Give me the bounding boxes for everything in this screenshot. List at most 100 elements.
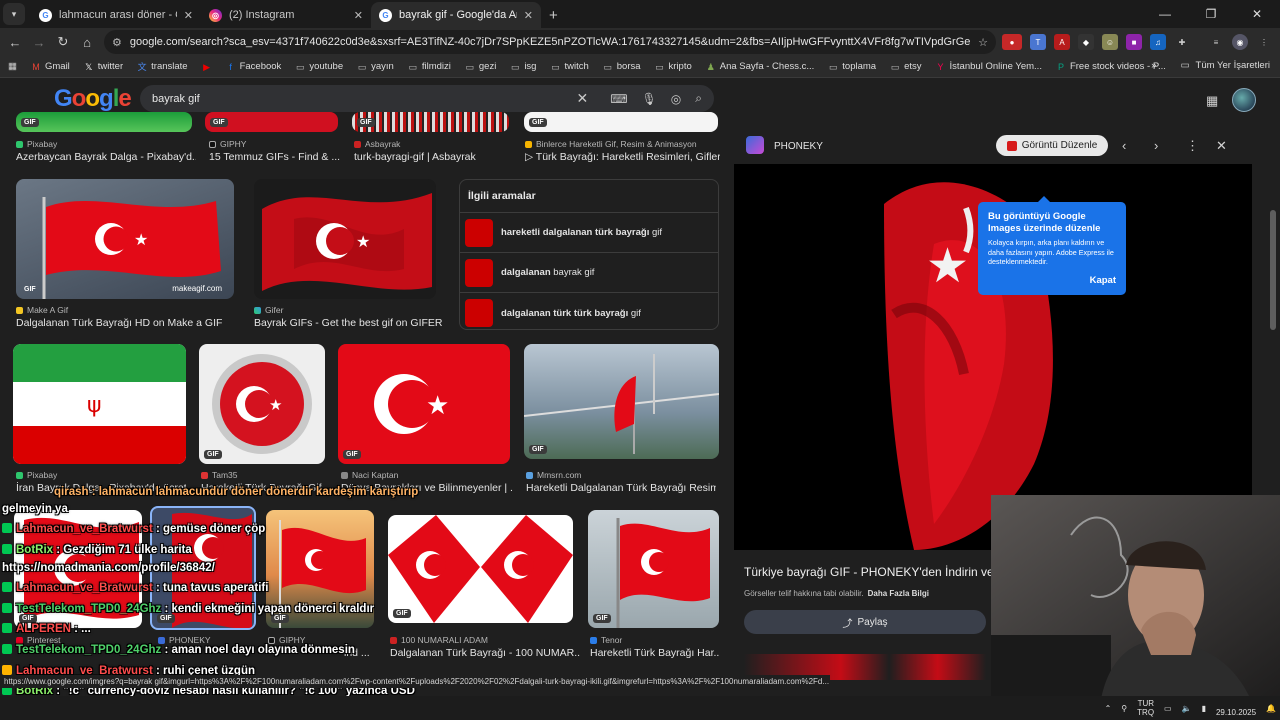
result-image[interactable]: ★ GIF — [199, 344, 325, 464]
bookmark-pexels[interactable]: P Free stock videos - P... — [1056, 61, 1166, 72]
extension-badge-icon[interactable]: ● — [1002, 34, 1022, 50]
address-bar[interactable]: ⚙ google.com/search?sca_esv=4371f740622c… — [104, 30, 996, 54]
google-account-avatar[interactable] — [1232, 88, 1256, 112]
purple-extension-icon[interactable]: ■ — [1126, 34, 1142, 50]
result-caption[interactable]: Azerbaycan Bayrak Dalga - Pixabay'd... — [16, 151, 196, 163]
result-image[interactable]: GIF — [16, 112, 192, 132]
reload-icon[interactable]: ↻ — [51, 34, 75, 50]
preview-image[interactable]: ★ Bu görüntüyü Google Images üzerinde dü… — [734, 164, 1252, 550]
bookmark-folder-borsa[interactable]: ▭ borsa — [603, 61, 641, 72]
bookmark-star-icon[interactable]: ☆ — [978, 36, 988, 49]
close-window-icon[interactable]: ✕ — [1234, 0, 1280, 28]
result-image[interactable]: GIF — [588, 510, 719, 628]
network-icon[interactable]: ▭ — [1164, 704, 1172, 713]
result-caption[interactable]: ▷ Türk Bayrağı: Hareketli Resimleri, Gif… — [525, 151, 720, 163]
extensions-puzzle-icon[interactable]: ✚ — [1174, 34, 1190, 50]
tab-2[interactable]: G bayrak gif - Google'da Ara ✕ — [371, 2, 541, 28]
site-info-icon[interactable]: ⚙ — [112, 36, 122, 49]
maximize-icon[interactable]: ❐ — [1188, 0, 1234, 28]
result-image[interactable]: ★ — [254, 179, 436, 299]
result-caption[interactable]: ind ... — [344, 647, 384, 659]
result-caption[interactable]: İran Bayrak Dalga - Pixabay'de ücret... — [16, 482, 186, 494]
google-logo[interactable]: Google — [54, 85, 132, 113]
bookmark-folder-yayin[interactable]: ▭ yayın — [357, 61, 394, 72]
lens-icon[interactable]: ◎ — [671, 92, 681, 106]
close-tab-icon[interactable]: ✕ — [354, 9, 363, 22]
bookmark-chess[interactable]: ♟ Ana Sayfa - Chess.c... — [706, 61, 815, 72]
close-tab-icon[interactable]: ✕ — [524, 9, 533, 22]
tab-1[interactable]: ◎ (2) Instagram ✕ — [201, 2, 371, 28]
more-options-icon[interactable]: ⋮ — [1186, 138, 1199, 154]
volume-icon[interactable]: 🔈 — [1182, 704, 1192, 713]
close-panel-icon[interactable]: ✕ — [1216, 138, 1227, 154]
search-box[interactable]: bayrak gif ✕ ⌨ 🎙 ◎ ⌕ — [140, 85, 714, 112]
bookmark-folder-gezi[interactable]: ▭ gezi — [465, 61, 497, 72]
bookmark-gmail[interactable]: M Gmail — [31, 61, 70, 72]
usb-icon[interactable]: ⚲ — [1121, 704, 1127, 713]
chevron-right-icon[interactable]: » — [1151, 60, 1156, 71]
media-controls-icon[interactable]: ≡ — [1208, 34, 1224, 50]
scrollbar-thumb[interactable] — [1270, 210, 1276, 330]
preview-title[interactable]: Türkiye bayrağı GIF - PHONEKY'den İndiri… — [744, 565, 994, 579]
microphone-icon[interactable]: 🎙 — [642, 92, 657, 106]
search-icon[interactable]: ⌕ — [695, 91, 702, 106]
related-item[interactable]: dalgalanan türk türk bayrağı gif — [460, 293, 718, 333]
learn-more-link[interactable]: Daha Fazla Bilgi — [868, 589, 929, 598]
next-icon[interactable]: › — [1154, 138, 1158, 153]
keyboard-icon[interactable]: ⌨ — [610, 92, 627, 106]
result-caption[interactable]: Dalgalanan Türk Bayrağı HD on Make a GIF — [16, 317, 236, 329]
result-image[interactable]: ★ GIF makeagif.com — [16, 179, 234, 299]
result-caption[interactable]: Hareketli Türk Bayrağı Har... — [590, 647, 720, 659]
bookmark-youtube-red[interactable]: ▶ — [202, 62, 212, 72]
tray-chevron-icon[interactable]: ⌃ — [1105, 704, 1112, 713]
result-caption[interactable]: Dalgalanan Türk Bayrağı - 100 NUMAR... — [390, 647, 580, 659]
search-input[interactable]: bayrak gif — [152, 93, 562, 105]
related-item[interactable]: hareketli dalgalanan türk bayrağı gif — [460, 213, 718, 253]
apps-grid-icon[interactable]: ▦ — [8, 61, 17, 72]
result-caption[interactable]: Bayrak GIFs - Get the best gif on GIFER — [254, 317, 454, 329]
result-image[interactable]: GIF — [266, 510, 374, 628]
all-bookmarks[interactable]: » ▭ Tüm Yer İşaretleri — [1151, 60, 1270, 71]
bookmark-folder-kripto[interactable]: ▭ kripto — [655, 61, 692, 72]
result-caption[interactable]: Dünya Bayrakları ve Bilinmeyenler | ... — [341, 482, 513, 494]
result-image[interactable]: GIF — [14, 510, 142, 628]
panel-site-name[interactable]: PHONEKY — [774, 141, 823, 152]
audio-extension-icon[interactable]: ♫ — [1150, 34, 1166, 50]
clear-icon[interactable]: ✕ — [576, 90, 588, 107]
previous-icon[interactable]: ‹ — [1122, 138, 1126, 153]
bookmark-folder-youtube[interactable]: ▭ youtube — [295, 61, 343, 72]
result-image[interactable]: GIF — [524, 112, 718, 132]
result-image[interactable]: GIF — [388, 515, 573, 623]
profile-avatar-icon[interactable]: ◉ — [1232, 34, 1248, 50]
result-caption[interactable]: 15 Temmuz GIFs - Find & ... — [209, 151, 344, 163]
tab-search-menu-icon[interactable]: ▾ — [3, 3, 25, 25]
bookmark-folder-filmdizi[interactable]: ▭ filmdizi — [408, 61, 451, 72]
close-tab-icon[interactable]: ✕ — [184, 9, 193, 22]
share-button[interactable]: ⤴ Paylaş — [744, 610, 986, 634]
google-apps-icon[interactable]: ▦ — [1206, 93, 1218, 109]
result-caption[interactable]: Hareketli Türk Bayrağı Gif... — [201, 482, 327, 494]
result-image[interactable]: GIF — [524, 344, 719, 459]
tooltip-close-button[interactable]: Kapat — [1090, 275, 1116, 286]
menu-dots-icon[interactable]: ⋮ — [1256, 34, 1272, 50]
bookmark-facebook[interactable]: f Facebook — [226, 61, 281, 72]
result-image[interactable]: GIF — [352, 112, 509, 132]
bookmark-twitter[interactable]: 𝕏twitter — [84, 61, 123, 72]
battery-icon[interactable]: ▮ — [1202, 704, 1206, 713]
result-image[interactable]: GIF — [150, 506, 256, 630]
new-tab-icon[interactable]: + — [549, 7, 558, 24]
result-image[interactable]: ★ GIF — [338, 344, 510, 464]
edit-image-button[interactable]: Görüntü Düzenle — [996, 135, 1108, 156]
bookmark-yemeksepeti[interactable]: Y İstanbul Online Yem... — [936, 61, 1042, 72]
result-caption[interactable]: Hareketli Dalgalanan Türk Bayrağı Resiml… — [526, 482, 716, 494]
bookmark-folder-etsy[interactable]: ▭ etsy — [890, 61, 922, 72]
bookmark-translate[interactable]: 文 translate — [137, 61, 188, 72]
minimize-icon[interactable]: — — [1142, 0, 1188, 28]
forward-icon[interactable]: → — [27, 35, 51, 50]
result-caption[interactable]: turk-bayragi-gif | Asbayrak — [354, 151, 514, 163]
home-icon[interactable]: ⌂ — [75, 35, 99, 50]
input-language[interactable]: TUR TRQ — [1137, 699, 1154, 717]
tab-0[interactable]: G lahmacun arası döner - Google ✕ — [31, 2, 201, 28]
notification-icon[interactable]: 🔔 — [1266, 704, 1276, 713]
bookmark-folder-isg[interactable]: ▭ isg — [510, 61, 536, 72]
